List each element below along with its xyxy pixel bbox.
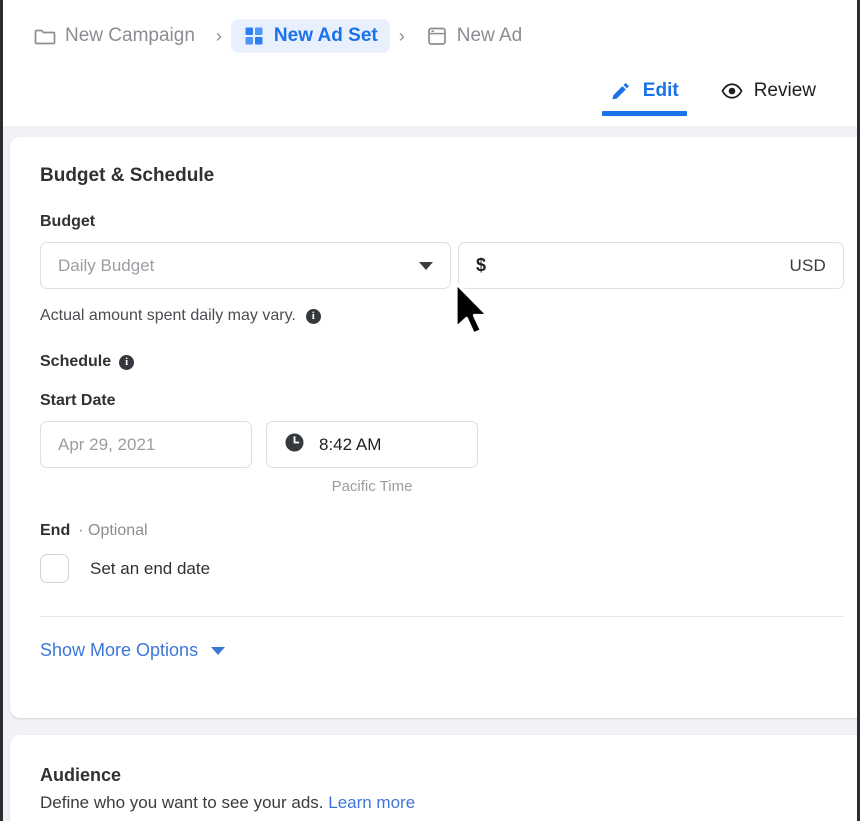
start-date-value: Apr 29, 2021	[58, 434, 156, 454]
tab-label: Review	[753, 80, 816, 101]
audience-description-text: Define who you want to see your ads.	[40, 793, 324, 812]
currency-code: USD	[789, 255, 826, 275]
tab-label: Edit	[642, 80, 679, 101]
pencil-icon	[610, 80, 632, 102]
audience-title: Audience	[40, 765, 122, 785]
audience-card: Audience Define who you want to see your…	[10, 735, 860, 821]
breadcrumb-item-new-ad-set[interactable]: New Ad Set	[230, 19, 390, 53]
tab-review[interactable]: Review	[713, 78, 824, 116]
learn-more-link[interactable]: Learn more	[328, 793, 415, 812]
end-optional-text: · Optional	[78, 522, 148, 539]
ad-window-icon	[426, 25, 448, 47]
start-date-label: Start Date	[40, 392, 844, 410]
chevron-down-icon	[211, 646, 226, 655]
schedule-label-text: Schedule	[40, 353, 112, 370]
breadcrumb-label: New Campaign	[65, 25, 195, 46]
tab-edit[interactable]: Edit	[601, 78, 687, 116]
start-date-input[interactable]: Apr 29, 2021	[40, 421, 252, 468]
audience-description: Define who you want to see your ads. Lea…	[40, 793, 844, 813]
start-time-input[interactable]: 8:42 AM	[266, 421, 478, 468]
page-header: New Campaign › New Ad Set › New Ad Edit …	[0, 0, 860, 126]
set-end-date-checkbox[interactable]	[40, 554, 69, 583]
eye-icon	[721, 80, 743, 102]
set-end-date-row[interactable]: Set an end date	[40, 554, 844, 583]
set-end-date-label: Set an end date	[90, 558, 211, 578]
budget-schedule-card: Budget & Schedule Budget Daily Budget $ …	[10, 137, 860, 718]
chevron-down-icon	[419, 261, 433, 270]
budget-type-select[interactable]: Daily Budget	[40, 242, 451, 289]
budget-label-text: Budget	[40, 213, 96, 230]
app-screen: New Campaign › New Ad Set › New Ad Edit …	[0, 0, 860, 821]
page-title: Budget & Schedule	[40, 165, 215, 186]
schedule-label: Schedule i	[40, 353, 844, 371]
budget-label: Budget	[40, 213, 844, 231]
breadcrumb: New Campaign › New Ad Set › New Ad	[22, 14, 534, 58]
start-date-row: Apr 29, 2021 8:42 AM Pacific Time	[40, 421, 844, 495]
breadcrumb-separator-2: ›	[398, 25, 405, 46]
budget-helper-text: Actual amount spent daily may vary. i	[40, 307, 844, 325]
section-divider	[40, 616, 844, 617]
budget-amount-input[interactable]: $ USD	[458, 242, 844, 289]
start-date-label-text: Start Date	[40, 392, 116, 409]
info-icon[interactable]: i	[119, 354, 135, 370]
start-time-column: 8:42 AM Pacific Time	[266, 421, 478, 495]
show-more-options-label: Show More Options	[40, 640, 199, 660]
breadcrumb-label: New Ad	[456, 25, 523, 46]
window-left-edge	[0, 0, 3, 821]
end-label: End · Optional	[40, 522, 844, 540]
budget-row: Daily Budget $ USD	[40, 242, 844, 289]
currency-symbol: $	[476, 255, 487, 275]
breadcrumb-item-new-ad[interactable]: New Ad	[414, 19, 534, 53]
timezone-note: Pacific Time	[331, 478, 413, 495]
folder-icon	[34, 25, 56, 47]
page-body: Budget & Schedule Budget Daily Budget $ …	[0, 126, 860, 821]
show-more-options-button[interactable]: Show More Options	[40, 640, 844, 661]
breadcrumb-separator-1: ›	[215, 25, 222, 46]
grid-icon	[243, 25, 265, 47]
start-time-value: 8:42 AM	[319, 434, 382, 454]
clock-icon	[284, 432, 305, 458]
view-mode-tabs: Edit Review	[601, 78, 824, 116]
breadcrumb-label: New Ad Set	[273, 25, 378, 46]
info-icon[interactable]: i	[305, 308, 321, 324]
breadcrumb-item-new-campaign[interactable]: New Campaign	[22, 19, 207, 53]
budget-helper-label: Actual amount spent daily may vary.	[40, 307, 296, 324]
budget-type-value: Daily Budget	[58, 255, 155, 275]
end-label-text: End	[40, 522, 71, 539]
